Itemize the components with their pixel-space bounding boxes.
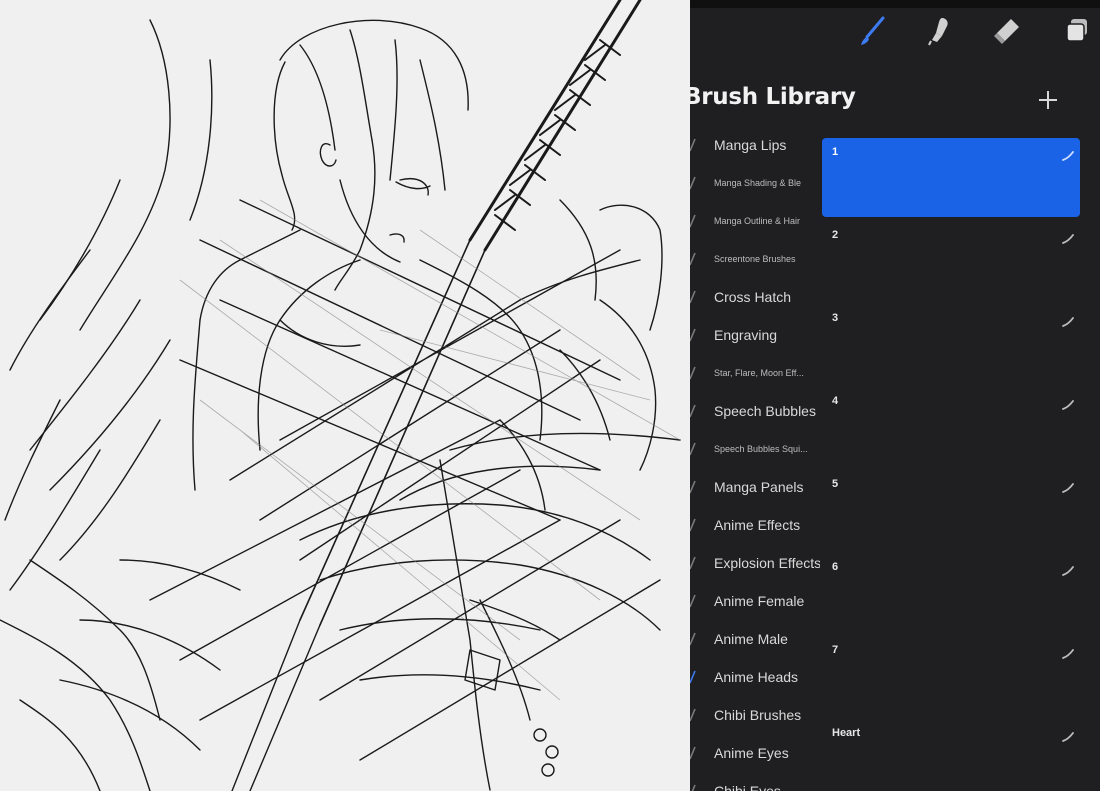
layers-icon[interactable] xyxy=(1060,14,1094,48)
brush-item[interactable]: Heart xyxy=(822,719,1080,791)
check-icon xyxy=(690,175,696,190)
check-icon xyxy=(690,669,696,684)
brush-set-item[interactable]: Manga Shading & Ble xyxy=(690,164,822,202)
brush-set-item[interactable]: Anime Effects xyxy=(690,506,822,544)
brush-set-item[interactable]: Engraving xyxy=(690,316,822,354)
brush-item[interactable]: 4 xyxy=(822,387,1080,466)
brush-name: 7 xyxy=(832,644,839,656)
check-icon xyxy=(690,783,696,791)
brush-stroke-icon xyxy=(1062,229,1074,244)
smudge-icon[interactable] xyxy=(922,14,956,48)
brush-set-item[interactable]: Chibi Eyes xyxy=(690,772,822,791)
brush-set-label: Engraving xyxy=(714,327,778,343)
brush-name: 1 xyxy=(832,146,839,158)
check-icon xyxy=(690,213,696,228)
brush-stroke-icon xyxy=(1062,644,1074,659)
brush-set-item[interactable]: Anime Male xyxy=(690,620,822,658)
brush-set-label: Anime Eyes xyxy=(714,745,789,761)
brush-item[interactable]: 7 xyxy=(822,636,1080,715)
brush-set-item[interactable]: Cross Hatch xyxy=(690,278,822,316)
brush-set-label: Star, Flare, Moon Eff... xyxy=(714,368,804,378)
brush-set-item[interactable]: Anime Female xyxy=(690,582,822,620)
drawing-canvas[interactable] xyxy=(0,0,690,791)
check-icon xyxy=(690,327,696,342)
brush-set-label: Chibi Brushes xyxy=(714,707,802,723)
check-icon xyxy=(690,593,696,608)
check-icon xyxy=(690,251,696,266)
brush-set-item[interactable]: Speech Bubbles Squi... xyxy=(690,430,822,468)
brush-item[interactable]: 3 xyxy=(822,304,1080,383)
check-icon xyxy=(690,479,696,494)
brush-library-title: Brush Library xyxy=(690,84,856,110)
brush-item[interactable]: 1 xyxy=(822,138,1080,217)
brush-set-label: Manga Shading & Ble xyxy=(714,178,802,188)
sketch-artwork xyxy=(0,0,681,791)
paintbrush-icon[interactable] xyxy=(856,14,890,48)
check-icon xyxy=(690,403,696,418)
brush-set-item[interactable]: Anime Eyes xyxy=(690,734,822,772)
brush-name: 3 xyxy=(832,312,839,324)
brush-name: 5 xyxy=(832,478,839,490)
brush-stroke-icon xyxy=(1062,395,1074,410)
brush-set-item[interactable]: Manga Lips xyxy=(690,126,822,164)
brush-set-item[interactable]: Screentone Brushes xyxy=(690,240,822,278)
check-icon xyxy=(690,441,696,456)
brush-item[interactable]: 5 xyxy=(822,470,1080,549)
brush-set-item[interactable]: Speech Bubbles xyxy=(690,392,822,430)
brush-stroke-icon xyxy=(1062,312,1074,327)
brush-set-item[interactable]: Star, Flare, Moon Eff... xyxy=(690,354,822,392)
brush-set-label: Speech Bubbles xyxy=(714,403,816,419)
brush-set-label: Speech Bubbles Squi... xyxy=(714,444,808,454)
brush-set-label: Explosion Effects xyxy=(714,555,820,571)
brush-set-item[interactable]: Anime Heads xyxy=(690,658,822,696)
brush-set-label: Manga Panels xyxy=(714,479,804,495)
check-icon xyxy=(690,555,696,570)
brush-set-label: Manga Outline & Hair xyxy=(714,216,801,226)
eraser-icon[interactable] xyxy=(990,14,1024,48)
brush-set-item[interactable]: Explosion Effects xyxy=(690,544,822,582)
check-icon xyxy=(690,289,696,304)
brush-item[interactable]: 2 xyxy=(822,221,1080,300)
check-icon xyxy=(690,631,696,646)
brush-set-label: Manga Lips xyxy=(714,137,787,153)
brush-stroke-icon xyxy=(1062,727,1074,742)
brush-set-label: Chibi Eyes xyxy=(714,783,781,791)
brush-set-label: Cross Hatch xyxy=(714,289,792,305)
brush-name: 2 xyxy=(832,229,839,241)
brush-name: Heart xyxy=(832,727,861,739)
check-icon xyxy=(690,745,696,760)
top-strip xyxy=(690,0,1100,8)
plus-icon[interactable] xyxy=(1036,88,1060,112)
check-icon xyxy=(690,517,696,532)
brush-set-label: Anime Female xyxy=(714,593,805,609)
brush-library-panel: Brush Library Manga Lips Manga Shading & … xyxy=(690,0,1100,791)
check-icon xyxy=(690,365,696,380)
brush-set-item[interactable]: Manga Panels xyxy=(690,468,822,506)
brush-item[interactable]: 6 xyxy=(822,553,1080,632)
check-icon xyxy=(690,707,696,722)
brush-name: 4 xyxy=(832,395,839,407)
brush-stroke-icon xyxy=(1062,561,1074,576)
brush-name: 6 xyxy=(832,561,839,573)
brush-set-label: Screentone Brushes xyxy=(714,254,796,264)
brush-stroke-icon xyxy=(1062,478,1074,493)
brush-set-label: Anime Effects xyxy=(714,517,801,533)
brush-set-item[interactable]: Manga Outline & Hair xyxy=(690,202,822,240)
brush-stroke-icon xyxy=(1062,146,1074,161)
check-icon xyxy=(690,137,696,152)
brush-set-label: Anime Male xyxy=(714,631,788,647)
brush-set-label: Anime Heads xyxy=(714,669,799,685)
brush-set-item[interactable]: Chibi Brushes xyxy=(690,696,822,734)
